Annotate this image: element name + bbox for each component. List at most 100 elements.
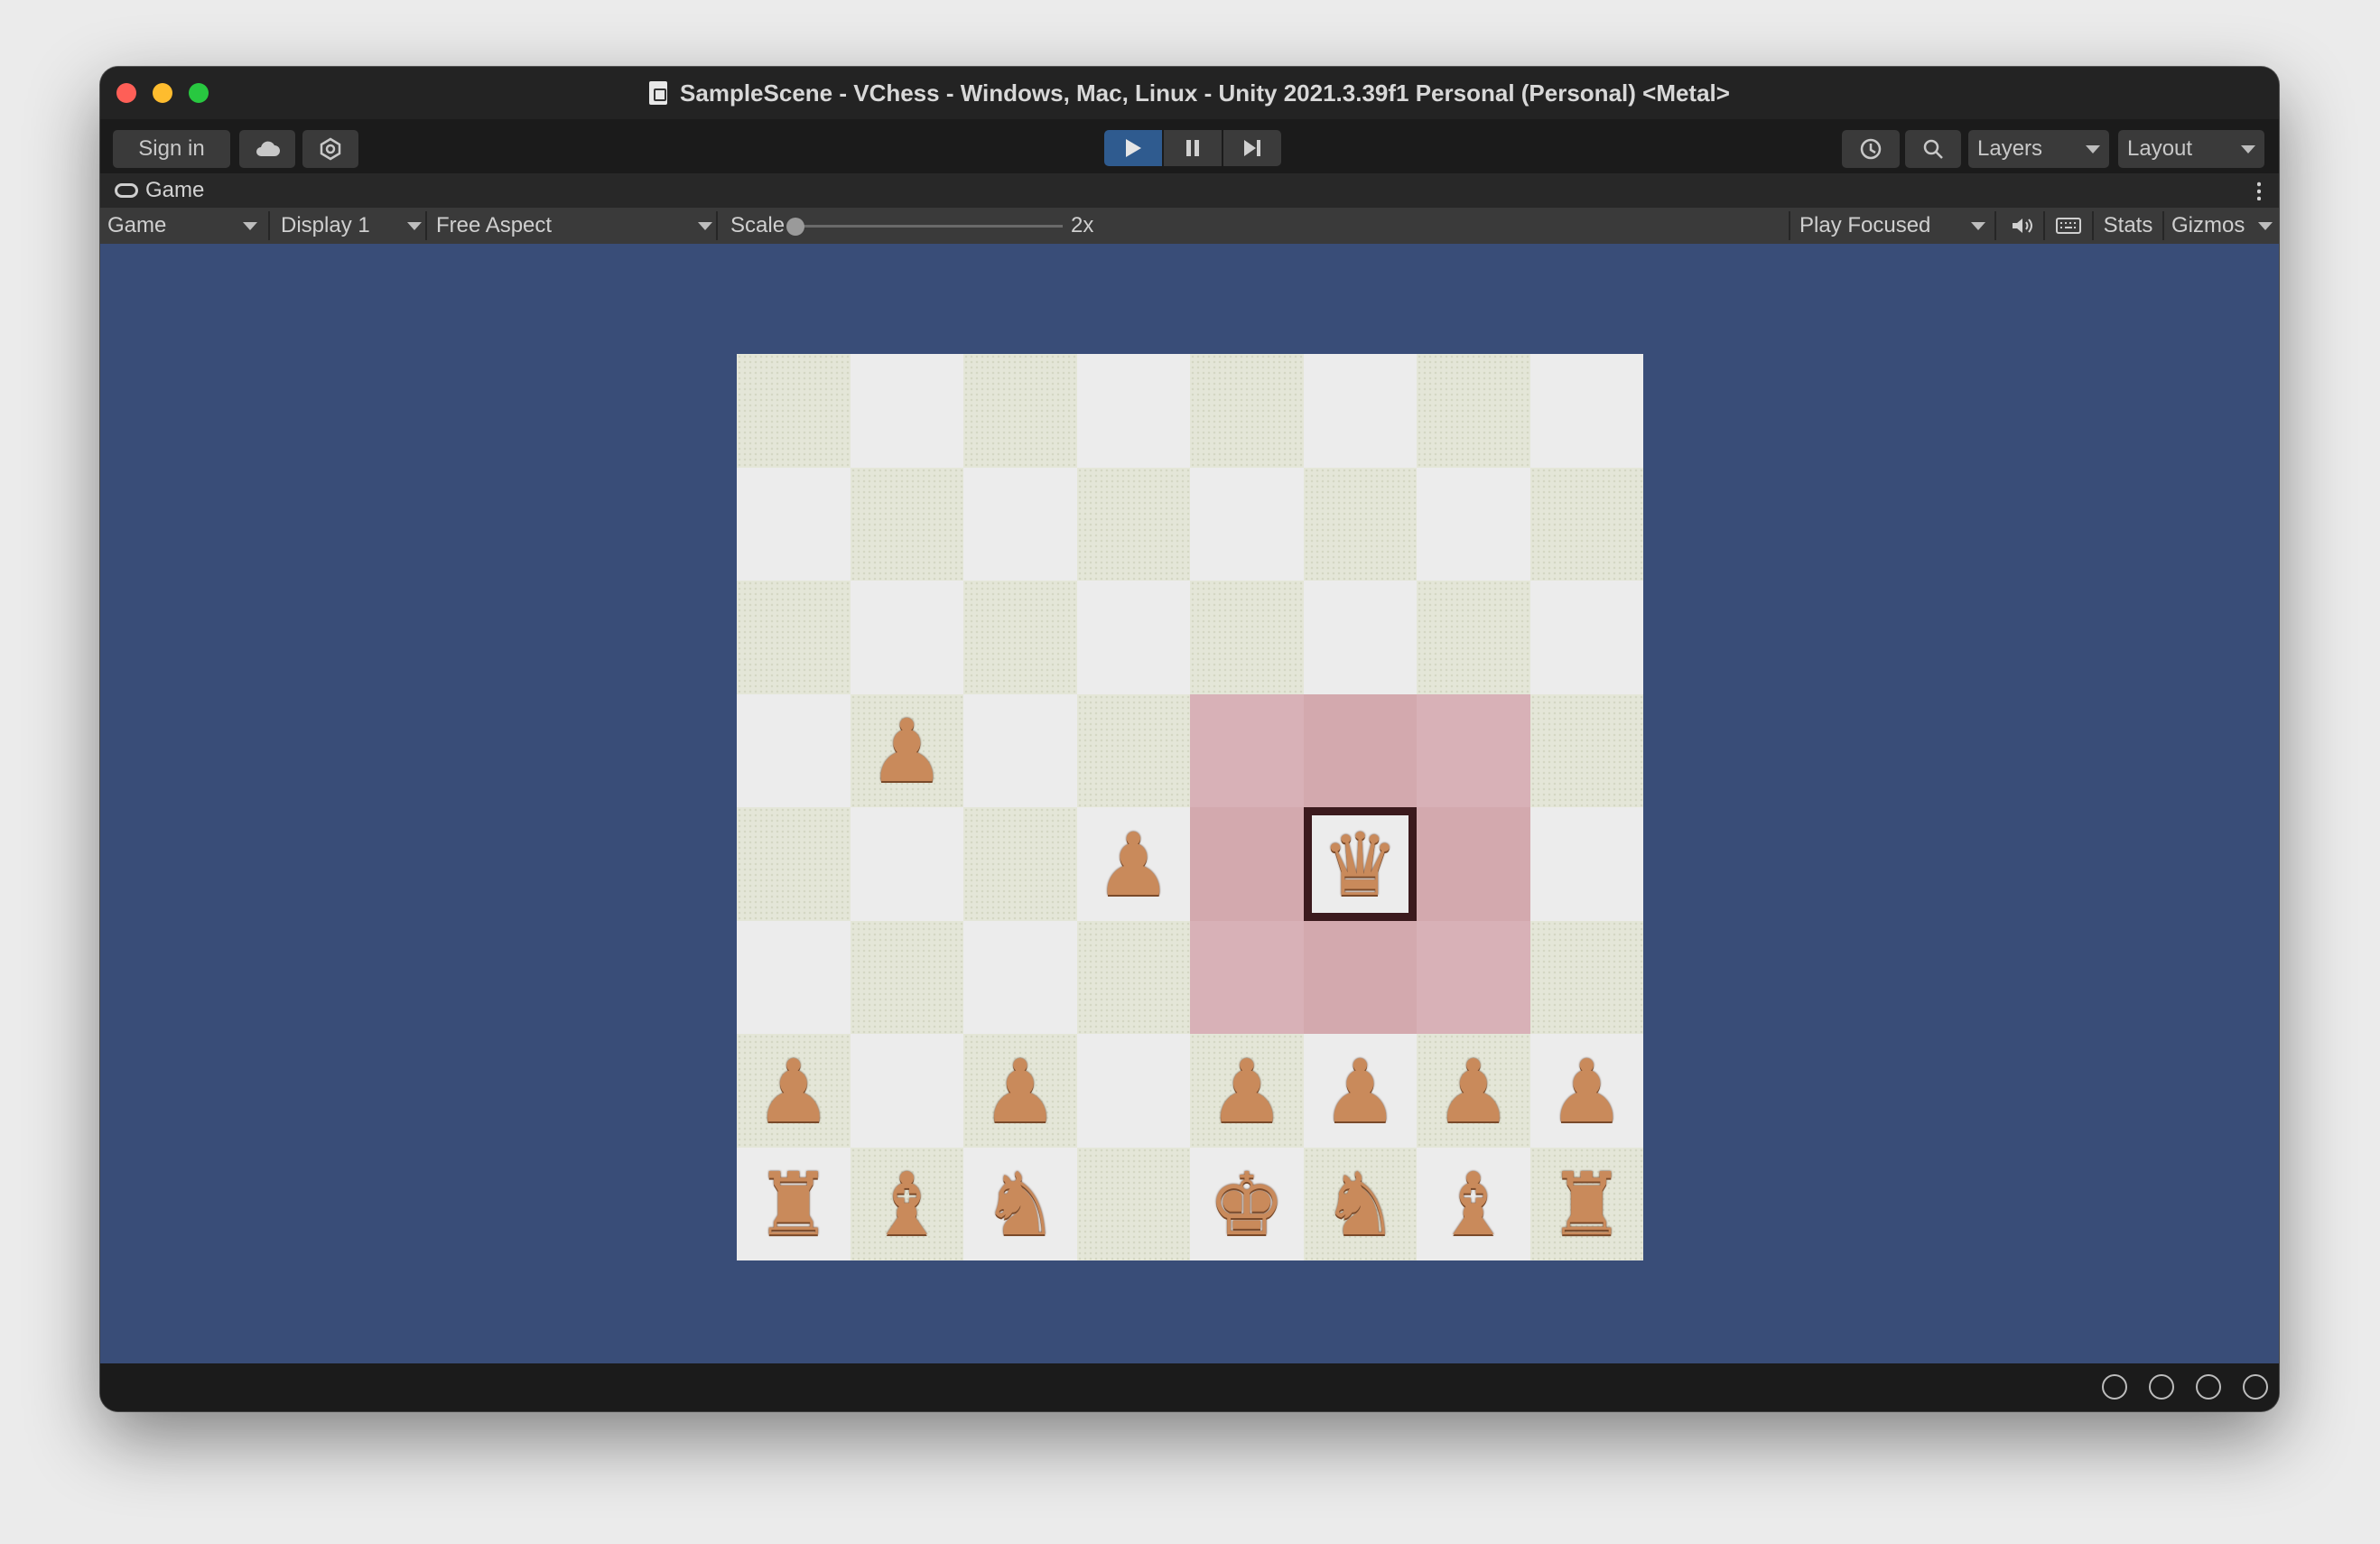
board-square[interactable]	[1529, 693, 1643, 807]
board-square[interactable]	[850, 920, 963, 1034]
chess-piece[interactable]: ♝	[868, 1156, 945, 1260]
board-square[interactable]	[737, 920, 851, 1034]
display-dropdown[interactable]: Display 1	[281, 208, 422, 244]
board-square[interactable]	[1529, 920, 1643, 1034]
board-square[interactable]	[850, 354, 963, 468]
checkmark-icon[interactable]	[2243, 1374, 2268, 1400]
board-square[interactable]	[963, 581, 1077, 694]
board-square[interactable]: ♜	[1529, 1147, 1643, 1260]
close-window-button[interactable]	[116, 83, 136, 103]
board-square[interactable]	[1529, 581, 1643, 694]
board-square[interactable]: ♝	[850, 1147, 963, 1260]
more-options-icon[interactable]	[2257, 181, 2261, 200]
chess-piece[interactable]: ♜	[1548, 1156, 1625, 1260]
chess-piece[interactable]: ♟	[1435, 1043, 1512, 1148]
board-square[interactable]: ♛	[1303, 807, 1417, 921]
board-square[interactable]	[1417, 693, 1530, 807]
board-square[interactable]	[1076, 1147, 1190, 1260]
mute-audio-button[interactable]	[2003, 208, 2040, 244]
chess-piece[interactable]: ♝	[1435, 1156, 1512, 1260]
auto-generate-lighting-icon[interactable]	[2196, 1374, 2221, 1400]
board-square[interactable]: ♟	[1529, 1034, 1643, 1148]
chess-piece[interactable]: ♟	[1094, 816, 1172, 921]
board-square[interactable]	[963, 920, 1077, 1034]
board-square[interactable]	[737, 693, 851, 807]
step-button[interactable]	[1223, 130, 1281, 166]
board-square[interactable]	[1076, 693, 1190, 807]
chess-piece[interactable]: ♞	[1321, 1156, 1399, 1260]
board-square[interactable]	[1417, 807, 1530, 921]
board-square[interactable]	[737, 467, 851, 581]
chess-piece[interactable]: ♟	[1321, 1043, 1399, 1148]
board-square[interactable]	[963, 354, 1077, 468]
chess-piece[interactable]: ♟	[1208, 1043, 1286, 1148]
collab-button[interactable]	[302, 130, 358, 168]
board-square[interactable]	[1417, 467, 1530, 581]
board-square[interactable]	[1303, 581, 1417, 694]
layers-dropdown[interactable]: Layers	[1968, 130, 2109, 168]
board-square[interactable]	[1190, 920, 1304, 1034]
chess-piece[interactable]: ♜	[755, 1156, 832, 1260]
board-square[interactable]	[1529, 467, 1643, 581]
board-square[interactable]	[1303, 693, 1417, 807]
play-button[interactable]	[1104, 130, 1162, 166]
board-square[interactable]	[1190, 354, 1304, 468]
chess-board[interactable]: ♟ ♟ ♛ ♟ ♟ ♟ ♟ ♟ ♟ ♜ ♝ ♞ ♚ ♞ ♝ ♜	[737, 354, 1643, 1260]
board-square[interactable]: ♝	[1417, 1147, 1530, 1260]
board-square[interactable]: ♟	[1190, 1034, 1304, 1148]
board-square[interactable]	[737, 807, 851, 921]
board-square[interactable]	[1190, 807, 1304, 921]
board-square[interactable]	[737, 354, 851, 468]
board-square[interactable]	[850, 1034, 963, 1148]
pause-button[interactable]	[1164, 130, 1222, 166]
board-square[interactable]	[1190, 693, 1304, 807]
board-square[interactable]: ♟	[737, 1034, 851, 1148]
board-square[interactable]: ♟	[850, 693, 963, 807]
board-square[interactable]	[1190, 467, 1304, 581]
board-square[interactable]	[1303, 354, 1417, 468]
board-square[interactable]	[850, 807, 963, 921]
game-view[interactable]: ♟ ♟ ♛ ♟ ♟ ♟ ♟ ♟ ♟ ♜ ♝ ♞ ♚ ♞ ♝ ♜	[100, 244, 2279, 1363]
minimize-window-button[interactable]	[153, 83, 172, 103]
chess-piece[interactable]: ♟	[981, 1043, 1059, 1148]
cache-server-icon[interactable]	[2149, 1374, 2174, 1400]
debug-icon[interactable]	[2102, 1374, 2127, 1400]
board-square[interactable]: ♟	[1303, 1034, 1417, 1148]
board-square[interactable]	[737, 581, 851, 694]
shortcuts-button[interactable]	[2049, 208, 2088, 244]
stats-button[interactable]: Stats	[2096, 208, 2161, 244]
tab-game[interactable]: Game	[145, 178, 204, 203]
chess-piece[interactable]: ♟	[868, 702, 945, 807]
board-square[interactable]	[963, 693, 1077, 807]
board-square[interactable]	[1190, 581, 1304, 694]
board-square[interactable]	[963, 807, 1077, 921]
board-square[interactable]	[1529, 354, 1643, 468]
board-square[interactable]	[850, 467, 963, 581]
board-square[interactable]	[1076, 1034, 1190, 1148]
board-square[interactable]	[1076, 920, 1190, 1034]
board-square[interactable]	[1303, 467, 1417, 581]
board-square[interactable]	[1076, 467, 1190, 581]
view-mode-dropdown[interactable]: Game	[107, 208, 266, 244]
scale-slider-knob[interactable]	[786, 218, 804, 236]
search-button[interactable]	[1905, 130, 1961, 168]
chess-piece[interactable]: ♛	[1321, 816, 1399, 921]
chess-piece[interactable]: ♟	[755, 1043, 832, 1148]
board-square[interactable]	[850, 581, 963, 694]
board-square[interactable]	[963, 467, 1077, 581]
chess-piece[interactable]: ♟	[1548, 1043, 1625, 1148]
gizmos-dropdown[interactable]: Gizmos	[2164, 208, 2273, 244]
play-focused-dropdown[interactable]: Play Focused	[1799, 208, 1991, 244]
board-square[interactable]: ♚	[1190, 1147, 1304, 1260]
board-square[interactable]: ♞	[1303, 1147, 1417, 1260]
board-square[interactable]: ♟	[1076, 807, 1190, 921]
cloud-button[interactable]	[239, 130, 295, 168]
board-square[interactable]: ♜	[737, 1147, 851, 1260]
board-square[interactable]	[1529, 807, 1643, 921]
board-square[interactable]	[1076, 354, 1190, 468]
board-square[interactable]	[1417, 920, 1530, 1034]
sign-in-button[interactable]: Sign in	[113, 130, 230, 168]
board-square[interactable]: ♞	[963, 1147, 1077, 1260]
board-square[interactable]: ♟	[963, 1034, 1077, 1148]
board-square[interactable]	[1417, 581, 1530, 694]
